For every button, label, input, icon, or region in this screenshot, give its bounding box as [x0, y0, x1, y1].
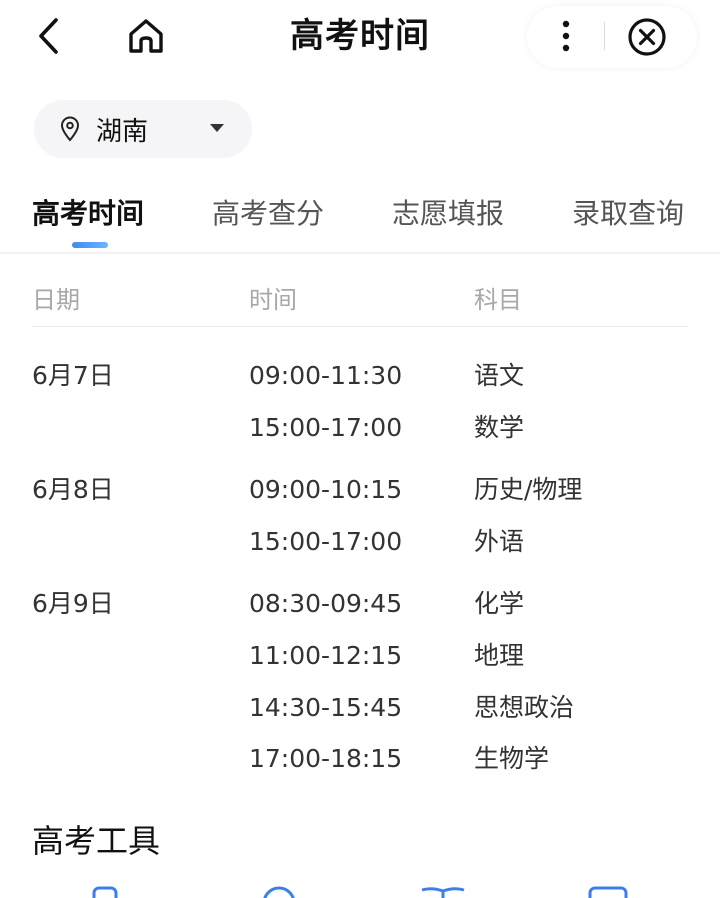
row-time: 14:30-15:45: [249, 693, 403, 722]
row-subject: 外语: [474, 527, 525, 556]
row-subject: 历史/物理: [474, 475, 583, 504]
row-subject: 思想政治: [474, 693, 575, 722]
column-header-subject: 科目: [474, 286, 522, 314]
row-time: 09:00-11:30: [249, 361, 403, 390]
location-pin-icon: [60, 115, 84, 143]
tab-exam-time[interactable]: 高考时间: [32, 194, 144, 234]
schedule-header: 日期 时间 科目: [0, 280, 720, 320]
close-circle-icon: [628, 18, 666, 56]
row-date: 6月7日: [32, 361, 114, 390]
row-subject: 生物学: [474, 744, 550, 773]
row-subject: 化学: [474, 589, 525, 618]
column-header-time: 时间: [249, 286, 297, 314]
tab-admission-query[interactable]: 录取查询: [572, 194, 684, 234]
phone-tool-icon[interactable]: [92, 886, 120, 898]
tab-score-query[interactable]: 高考查分: [212, 194, 324, 234]
calendar-tool-icon[interactable]: [588, 886, 628, 898]
region-selector[interactable]: 湖南: [34, 100, 252, 158]
active-tab-indicator: [72, 242, 108, 248]
capsule-divider: [604, 22, 605, 50]
row-time: 09:00-10:15: [249, 475, 403, 504]
book-tool-icon[interactable]: [420, 886, 466, 898]
row-time: 15:00-17:00: [249, 527, 403, 556]
row-time: 11:00-12:15: [249, 641, 403, 670]
row-date: 6月9日: [32, 589, 114, 618]
more-vertical-icon: [562, 20, 570, 52]
search-tool-icon[interactable]: [260, 886, 298, 898]
top-bar: 高考时间: [0, 0, 720, 76]
tab-application[interactable]: 志愿填报: [392, 194, 504, 234]
close-button[interactable]: [624, 14, 670, 60]
row-subject: 地理: [474, 641, 525, 670]
column-header-date: 日期: [32, 286, 80, 314]
tab-bar: 高考时间 高考查分 志愿填报 录取查询: [0, 190, 720, 250]
row-subject: 语文: [474, 361, 525, 390]
row-date: 6月8日: [32, 475, 114, 504]
region-label: 湖南: [96, 116, 149, 147]
tools-section-title: 高考工具: [32, 822, 161, 860]
row-time: 17:00-18:15: [249, 744, 403, 773]
more-button[interactable]: [548, 14, 584, 58]
header-divider: [32, 326, 688, 327]
row-subject: 数学: [474, 413, 525, 442]
caret-down-icon: [210, 124, 224, 132]
row-time: 08:30-09:45: [249, 589, 403, 618]
tabs-divider: [0, 252, 720, 254]
row-time: 15:00-17:00: [249, 413, 403, 442]
